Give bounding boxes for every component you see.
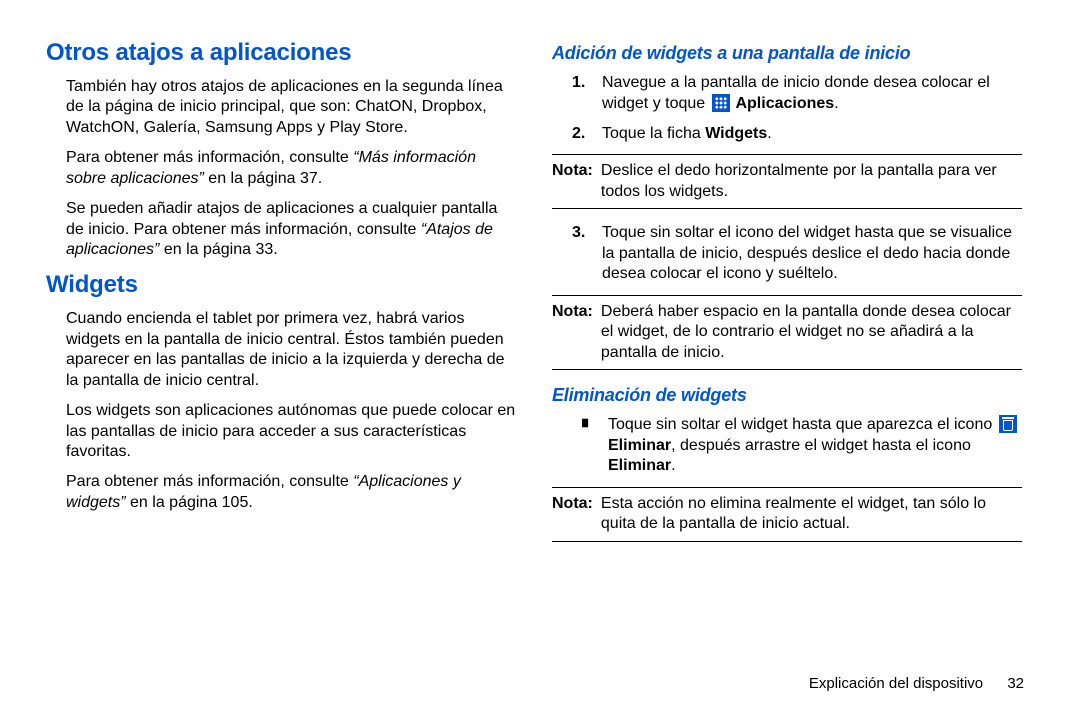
trash-icon [999, 415, 1017, 433]
note-body: Esta acción no elimina realmente el widg… [601, 494, 1022, 535]
text: Para obtener más información, consulte [66, 473, 353, 490]
page: Otros atajos a aplicaciones También hay … [0, 0, 1080, 720]
label-aplicaciones: Aplicaciones [732, 95, 835, 112]
text: en la página 33. [159, 241, 277, 258]
bullet-mark: ∎ [580, 415, 596, 431]
note-label: Nota: [552, 161, 593, 202]
note-label: Nota: [552, 302, 593, 363]
text: Para obtener más información, consulte [66, 149, 353, 166]
note-3: Nota: Esta acción no elimina realmente e… [552, 487, 1022, 542]
heading-otros-atajos: Otros atajos a aplicaciones [46, 38, 516, 69]
text: en la página 105. [126, 494, 253, 511]
right-column: Adición de widgets a una pantalla de ini… [534, 38, 1040, 702]
bullet-eliminar: ∎ Toque sin soltar el widget hasta que a… [580, 415, 1022, 476]
heading-widgets: Widgets [46, 270, 516, 301]
label-eliminar-2: Eliminar [608, 457, 671, 474]
apps-icon [712, 94, 730, 112]
para-ref-atajos: Se pueden añadir atajos de aplicaciones … [66, 199, 516, 260]
text: . [834, 95, 838, 112]
note-1: Nota: Deslice el dedo horizontalmente po… [552, 154, 1022, 209]
text: Toque sin soltar el widget hasta que apa… [608, 416, 997, 433]
note-body: Deberá haber espacio en la pantalla dond… [601, 302, 1022, 363]
page-footer: Explicación del dispositivo 32 [809, 675, 1024, 692]
text: . [671, 457, 675, 474]
note-2: Nota: Deberá haber espacio en la pantall… [552, 295, 1022, 370]
para-otros-intro: También hay otros atajos de aplicaciones… [66, 77, 516, 138]
footer-page-number: 32 [1007, 675, 1024, 692]
step-body: Toque sin soltar el icono del widget has… [602, 223, 1022, 284]
para-ref-mas-info: Para obtener más información, consulte “… [66, 148, 516, 189]
step-number: 3. [572, 223, 590, 243]
label-widgets: Widgets [705, 125, 767, 142]
para-widgets-desc: Los widgets son aplicaciones autónomas q… [66, 401, 516, 462]
heading-eliminacion-widgets: Eliminación de widgets [552, 384, 1022, 407]
step-number: 2. [572, 124, 590, 144]
step-number: 1. [572, 73, 590, 93]
para-widgets-intro: Cuando encienda el tablet por primera ve… [66, 309, 516, 391]
note-label: Nota: [552, 494, 593, 535]
step-body: Toque la ficha Widgets. [602, 124, 1022, 144]
bullet-body: Toque sin soltar el widget hasta que apa… [608, 415, 1022, 476]
label-eliminar: Eliminar [608, 437, 671, 454]
heading-adicion-widgets: Adición de widgets a una pantalla de ini… [552, 42, 1022, 65]
step-3: 3. Toque sin soltar el icono del widget … [572, 223, 1022, 284]
step-1: 1. Navegue a la pantalla de inicio donde… [572, 73, 1022, 114]
text: en la página 37. [204, 170, 322, 187]
text: , después arrastre el widget hasta el ic… [671, 437, 971, 454]
para-ref-apps-widgets: Para obtener más información, consulte “… [66, 472, 516, 513]
left-column: Otros atajos a aplicaciones También hay … [28, 38, 534, 702]
footer-section: Explicación del dispositivo [809, 675, 983, 692]
text: . [767, 125, 771, 142]
step-body: Navegue a la pantalla de inicio donde de… [602, 73, 1022, 114]
note-body: Deslice el dedo horizontalmente por la p… [601, 161, 1022, 202]
text: Toque la ficha [602, 125, 705, 142]
step-2: 2. Toque la ficha Widgets. [572, 124, 1022, 144]
